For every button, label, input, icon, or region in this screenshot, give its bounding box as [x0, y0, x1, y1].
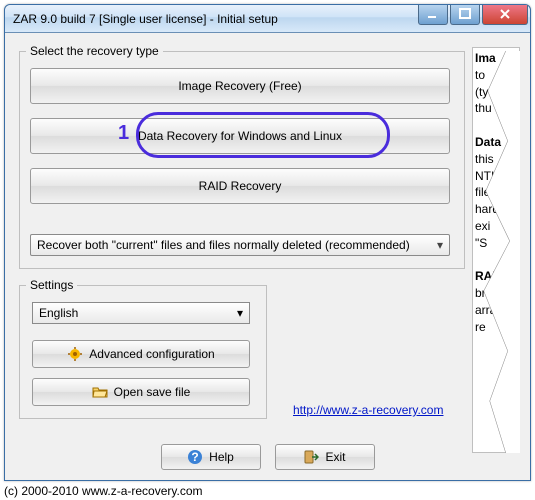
- data-recovery-label: Data Recovery for Windows and Linux: [138, 129, 342, 143]
- settings-group: Settings English ▾ Advanced configuratio…: [19, 285, 267, 419]
- app-window: ZAR 9.0 build 7 [Single user license] - …: [4, 4, 531, 481]
- side-heading-image: Ima: [475, 51, 496, 65]
- window-title: ZAR 9.0 build 7 [Single user license] - …: [13, 12, 278, 26]
- help-icon: ?: [187, 449, 203, 465]
- open-save-file-button[interactable]: Open save file: [32, 378, 250, 406]
- info-sidebar: Ima to (ty thu Data this NTI files hard …: [472, 47, 520, 453]
- language-value: English: [39, 306, 78, 320]
- language-combo[interactable]: English ▾: [32, 302, 250, 324]
- recovery-type-group: Select the recovery type Image Recovery …: [19, 51, 465, 269]
- settings-group-label: Settings: [26, 278, 77, 292]
- image-recovery-button[interactable]: Image Recovery (Free): [30, 68, 450, 104]
- advanced-config-label: Advanced configuration: [89, 347, 214, 361]
- step-number-annotation: 1: [118, 122, 129, 145]
- folder-open-icon: [92, 384, 108, 400]
- exit-label: Exit: [325, 450, 345, 464]
- recovery-mode-combo[interactable]: Recover both "current" files and files n…: [30, 234, 450, 256]
- svg-text:?: ?: [191, 450, 198, 464]
- side-heading-data: Data: [475, 135, 501, 149]
- raid-recovery-button[interactable]: RAID Recovery: [30, 168, 450, 204]
- titlebar[interactable]: ZAR 9.0 build 7 [Single user license] - …: [5, 5, 530, 33]
- bottom-toolbar: ? Help Exit: [15, 442, 520, 472]
- minimize-button[interactable]: [418, 5, 448, 25]
- gear-icon: [67, 346, 83, 362]
- exit-icon: [303, 449, 319, 465]
- raid-recovery-label: RAID Recovery: [199, 179, 282, 193]
- advanced-config-button[interactable]: Advanced configuration: [32, 340, 250, 368]
- close-button[interactable]: [482, 5, 528, 25]
- help-label: Help: [209, 450, 234, 464]
- client-area: Select the recovery type Image Recovery …: [9, 37, 526, 476]
- main-panel: Select the recovery type Image Recovery …: [15, 39, 473, 449]
- recovery-group-label: Select the recovery type: [26, 44, 163, 58]
- copyright-text: (c) 2000-2010 www.z-a-recovery.com: [4, 484, 203, 498]
- open-save-file-label: Open save file: [114, 385, 191, 399]
- help-button[interactable]: ? Help: [161, 444, 261, 470]
- image-recovery-label: Image Recovery (Free): [178, 79, 301, 93]
- side-heading-raid: RAI: [475, 269, 496, 283]
- exit-button[interactable]: Exit: [275, 444, 375, 470]
- chevron-down-icon: ▾: [231, 306, 249, 320]
- website-link[interactable]: http://www.z-a-recovery.com: [293, 403, 443, 417]
- recovery-mode-value: Recover both "current" files and files n…: [37, 238, 410, 252]
- maximize-button[interactable]: [450, 5, 480, 25]
- data-recovery-button[interactable]: Data Recovery for Windows and Linux: [30, 118, 450, 154]
- chevron-down-icon: ▾: [431, 238, 449, 252]
